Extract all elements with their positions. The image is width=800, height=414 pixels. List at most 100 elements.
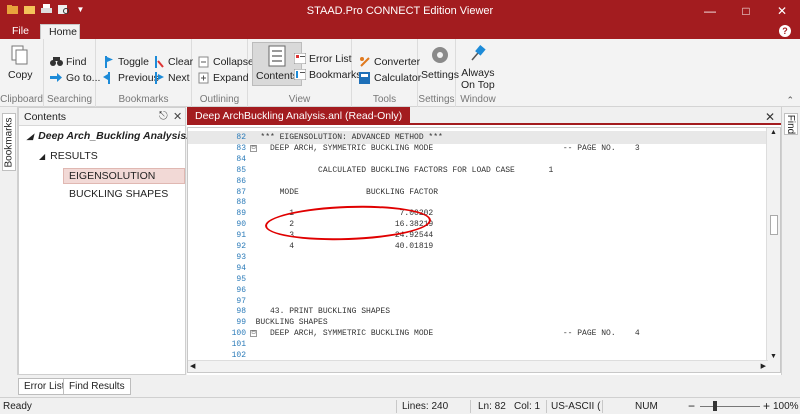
converter-icon <box>358 55 371 68</box>
group-label-bookmarks: Bookmarks <box>118 94 169 105</box>
minimize-icon[interactable]: — <box>692 0 728 22</box>
tree-item-results[interactable]: ◢ RESULTS <box>39 150 98 162</box>
find-side-tab-label: Find <box>785 114 797 134</box>
clear-bookmarks-button[interactable]: Clear <box>152 55 193 68</box>
bookmarks-side-tab[interactable]: Bookmarks <box>2 113 16 171</box>
always-on-top-button[interactable]: Always On Top <box>461 41 495 91</box>
zoom-in-icon[interactable]: + <box>763 399 770 413</box>
collapse-button[interactable]: Collapse <box>197 55 254 68</box>
expand-icon <box>197 71 210 84</box>
expand-button[interactable]: Expand <box>197 71 249 84</box>
document-close-icon[interactable]: ✕ <box>765 110 775 124</box>
close-icon[interactable]: ✕ <box>764 0 800 22</box>
horizontal-scrollbar[interactable]: ◀ ▶ <box>188 360 768 372</box>
status-separator <box>602 400 603 413</box>
document-tab[interactable]: Deep ArchBuckling Analysis.anl (Read-Onl… <box>187 107 411 125</box>
status-zoom-level: 100% <box>773 401 799 412</box>
document-tab-bar: Deep ArchBuckling Analysis.anl (Read-Onl… <box>187 107 781 125</box>
collapse-icon <box>197 55 210 68</box>
pin-icon[interactable]: ⎋ <box>159 110 168 123</box>
contents-panel-header: Contents ⎋ ✕ <box>19 108 185 126</box>
converter-label: Converter <box>374 55 421 68</box>
scroll-down-icon[interactable]: ▼ <box>770 353 777 360</box>
text-editor[interactable]: 82 *** EIGENSOLUTION: ADVANCED METHOD **… <box>187 127 781 373</box>
zoom-slider-track[interactable] <box>700 406 760 407</box>
tab-find-results[interactable]: Find Results <box>63 378 131 395</box>
expand-label: Expand <box>213 71 249 84</box>
clear-label: Clear <box>168 55 194 68</box>
group-label-window: Window <box>460 94 496 105</box>
contents-icon <box>265 44 289 68</box>
status-separator <box>396 400 397 413</box>
binoculars-icon <box>50 55 63 68</box>
group-label-tools: Tools <box>372 94 397 105</box>
collapse-ribbon-icon[interactable]: ⌃ <box>786 95 794 106</box>
clear-bookmark-icon <box>152 55 165 68</box>
calculator-icon <box>358 71 371 84</box>
contents-close-icon[interactable]: ✕ <box>173 110 182 123</box>
goto-button[interactable]: Go to... <box>50 71 100 84</box>
zoom-out-icon[interactable]: − <box>688 399 695 413</box>
tree-root-item[interactable]: ◢ Deep Arch_Buckling Analysis.anl <box>27 130 204 142</box>
error-list-icon <box>293 52 306 65</box>
converter-button[interactable]: Converter <box>358 55 420 68</box>
scroll-up-icon[interactable]: ▲ <box>770 129 777 136</box>
left-dock-strip: Bookmarks <box>0 107 18 375</box>
tree-expand-arrow-icon[interactable]: ◢ <box>27 132 33 141</box>
status-encoding[interactable]: US-ASCII ( <box>551 401 600 412</box>
right-dock-strip: Find <box>781 107 800 375</box>
scroll-left-icon[interactable]: ◀ <box>190 362 195 370</box>
gear-icon <box>428 43 452 67</box>
find-label: Find <box>66 55 87 68</box>
bookmark-flag-icon <box>102 55 115 68</box>
tree-root-label: Deep Arch_Buckling Analysis.anl <box>38 130 205 142</box>
settings-button[interactable]: Settings <box>421 43 459 81</box>
tree-expand-arrow-icon[interactable]: ◢ <box>39 152 45 161</box>
contents-label: Contents <box>256 70 299 82</box>
tree-item-buckling-shapes[interactable]: BUCKLING SHAPES <box>63 188 168 200</box>
tab-home[interactable]: Home <box>40 24 80 39</box>
group-searching: Find Go to... Searching <box>44 39 100 107</box>
tab-file[interactable]: File <box>4 24 37 39</box>
find-side-tab[interactable]: Find <box>784 113 798 135</box>
status-numlock: NUM <box>635 401 658 412</box>
error-list-button[interactable]: Error List <box>293 52 352 65</box>
toggle-bookmark-button[interactable]: Toggle <box>102 55 149 68</box>
vertical-scrollbar[interactable]: ▲ ▼ <box>766 128 780 372</box>
bookmarks-side-tab-label: Bookmarks <box>3 116 15 168</box>
maximize-icon[interactable]: □ <box>728 0 764 22</box>
tree-item-eigensolution[interactable]: EIGENSOLUTION <box>63 168 185 184</box>
help-icon[interactable]: ? <box>779 25 791 37</box>
tree-buckling-label: BUCKLING SHAPES <box>69 188 169 200</box>
scroll-right-icon[interactable]: ▶ <box>761 362 766 370</box>
next-label: Next <box>168 71 190 84</box>
scroll-thumb[interactable] <box>770 215 778 235</box>
group-outlining: Collapse Expand Outlining <box>192 39 254 107</box>
status-line-number: Ln: 82 <box>478 401 506 412</box>
group-label-outlining: Outlining <box>199 94 240 105</box>
status-lines: Lines: 240 <box>402 401 449 412</box>
previous-bookmark-icon <box>102 71 115 84</box>
group-settings: Settings Settings <box>418 39 459 107</box>
zoom-slider-thumb[interactable] <box>713 401 717 411</box>
previous-bookmark-button[interactable]: Previous <box>102 71 159 84</box>
status-ready: Ready <box>3 401 32 412</box>
settings-label: Settings <box>421 69 459 81</box>
status-separator <box>546 400 547 413</box>
always-label: Always <box>461 67 495 79</box>
error-list-label: Error List <box>309 52 352 65</box>
window-title: STAAD.Pro CONNECT Edition Viewer <box>306 5 494 17</box>
bookmarks-list-icon <box>293 68 306 81</box>
group-label-settings: Settings <box>418 94 455 105</box>
calculator-button[interactable]: Calculator <box>358 71 421 84</box>
find-button[interactable]: Find <box>50 55 86 68</box>
document-area: Deep ArchBuckling Analysis.anl (Read-Onl… <box>187 107 781 375</box>
window-controls: — □ ✕ <box>692 0 800 22</box>
next-bookmark-button[interactable]: Next <box>152 71 190 84</box>
copy-button[interactable]: Copy <box>8 43 33 81</box>
status-column: Col: 1 <box>514 401 541 412</box>
group-label-view: View <box>288 94 311 105</box>
status-separator <box>470 400 471 413</box>
goto-arrow-icon <box>50 71 63 84</box>
title-bar: ▼ STAAD.Pro CONNECT Edition Viewer — □ ✕ <box>0 0 800 22</box>
